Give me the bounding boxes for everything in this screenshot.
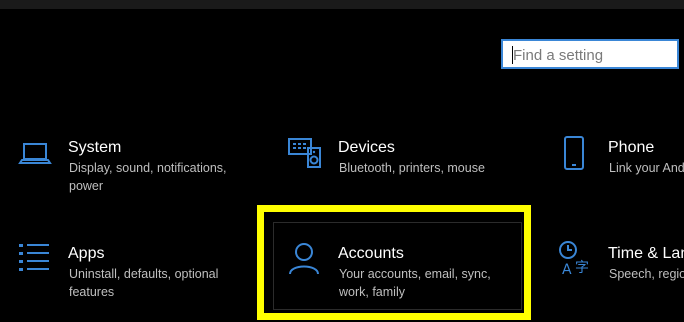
svg-text:A: A <box>562 262 572 278</box>
tile-description: Your accounts, email, sync, work, family <box>339 267 491 299</box>
tile-phone[interactable]: Phone Link your Andr <box>556 132 684 200</box>
text-caret <box>512 46 513 64</box>
keyboard-speaker-icon <box>288 138 321 168</box>
search-box[interactable] <box>501 39 679 69</box>
tile-description: Bluetooth, printers, mouse <box>339 161 485 175</box>
window-top-bar <box>0 0 684 9</box>
tile-description: Speech, region <box>609 267 684 281</box>
tile-system[interactable]: System Display, sound, notifications, po… <box>14 132 244 200</box>
tile-title: System <box>68 139 122 156</box>
tile-title: Phone <box>608 139 655 156</box>
tile-description: Uninstall, defaults, optional features <box>69 267 219 299</box>
phone-icon <box>564 136 584 170</box>
person-icon <box>289 243 319 275</box>
tile-title: Devices <box>338 139 395 156</box>
tile-apps[interactable]: Apps Uninstall, defaults, optional featu… <box>14 238 244 306</box>
search-input[interactable] <box>509 44 673 66</box>
tile-title: Time & Lang <box>608 245 684 262</box>
time-language-icon: A 字 <box>559 241 589 278</box>
tile-accounts[interactable]: Accounts Your accounts, email, sync, wor… <box>284 238 514 306</box>
tile-time-language[interactable]: A 字 Time & Lang Speech, region <box>556 238 684 306</box>
tile-title: Apps <box>68 245 105 262</box>
apps-list-icon <box>19 244 49 271</box>
tile-description: Display, sound, notifications, power <box>69 161 227 193</box>
tile-title: Accounts <box>338 245 404 262</box>
laptop-icon <box>18 143 52 164</box>
tile-description: Link your Andr <box>609 161 684 175</box>
tile-devices[interactable]: Devices Bluetooth, printers, mouse <box>284 132 514 200</box>
svg-text:字: 字 <box>575 260 589 276</box>
